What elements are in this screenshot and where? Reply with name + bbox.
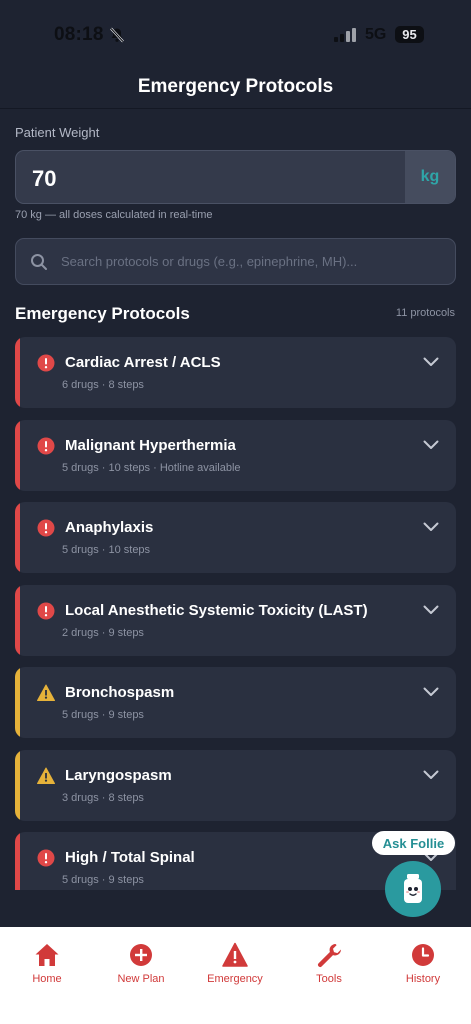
chevron-down-icon[interactable] — [423, 687, 439, 697]
protocol-title: Cardiac Arrest / ACLS — [65, 354, 221, 371]
severity-bar — [15, 337, 20, 408]
tab-new-plan[interactable]: New Plan — [94, 927, 188, 997]
protocol-list: Cardiac Arrest / ACLS 6 drugs · 8 steps Ma… — [0, 337, 471, 890]
protocol-title: Local Anesthetic Systemic Toxicity (LAST… — [65, 601, 368, 619]
chevron-down-icon[interactable] — [423, 770, 439, 780]
weight-label: Patient Weight — [15, 125, 100, 140]
protocol-subtitle: 5 drugs · 9 steps — [62, 874, 144, 886]
search-icon — [31, 254, 47, 270]
tab-tools[interactable]: Tools — [282, 927, 376, 997]
network-type: 5G — [365, 26, 387, 43]
header-divider — [0, 108, 471, 109]
tab-label: Tools — [316, 973, 342, 985]
protocol-title: Malignant Hyperthermia — [65, 436, 236, 454]
alert-circle-icon — [37, 354, 55, 372]
search-bar[interactable] — [15, 238, 456, 285]
wrench-icon — [317, 944, 341, 968]
chevron-down-icon[interactable] — [423, 440, 439, 450]
protocol-title: Laryngospasm — [65, 766, 172, 784]
protocol-card[interactable]: Local Anesthetic Systemic Toxicity (LAST… — [15, 584, 456, 656]
protocol-subtitle: 5 drugs · 10 steps — [62, 544, 151, 556]
ask-follie-button[interactable] — [385, 861, 441, 917]
chevron-down-icon[interactable] — [423, 522, 439, 532]
chevron-down-icon[interactable] — [423, 357, 439, 367]
alert-circle-icon — [37, 849, 55, 867]
section-title: Emergency Protocols — [15, 304, 190, 323]
tab-label: Home — [32, 973, 62, 985]
tab-home[interactable]: Home — [0, 927, 94, 997]
follie-mascot-icon — [404, 874, 422, 903]
severity-bar — [15, 667, 20, 738]
protocol-title: Anaphylaxis — [65, 519, 154, 536]
protocol-card[interactable]: Malignant Hyperthermia 5 drugs · 10 steps… — [15, 419, 456, 491]
weight-field[interactable]: 70 kg — [15, 150, 456, 204]
ask-follie-bubble[interactable]: Ask Follie — [372, 831, 455, 855]
status-bar: 08:18 5G 95 — [0, 0, 471, 70]
status-time: 08:18 — [54, 24, 104, 45]
tab-label: New Plan — [117, 973, 165, 985]
protocol-card[interactable]: Anaphylaxis 5 drugs · 10 steps — [15, 502, 456, 573]
alert-circle-icon — [37, 602, 55, 619]
bell-muted-icon — [110, 27, 124, 43]
clock-icon — [412, 944, 434, 966]
severity-bar — [15, 584, 20, 656]
weight-input[interactable]: 70 — [32, 166, 56, 192]
alert-circle-icon — [37, 437, 55, 454]
protocol-subtitle: 5 drugs · 10 steps · Hotline available — [62, 461, 241, 474]
protocol-subtitle: 6 drugs · 8 steps — [62, 379, 144, 391]
tab-label: History — [405, 973, 441, 985]
protocol-title: Bronchospasm — [65, 684, 175, 701]
protocol-subtitle: 5 drugs · 9 steps — [62, 709, 144, 721]
weight-hint: 70 kg — all doses calculated in real-tim… — [15, 209, 213, 221]
warning-triangle-icon — [37, 684, 55, 701]
signal-icon — [334, 28, 356, 42]
protocol-card[interactable]: Bronchospasm 5 drugs · 9 steps — [15, 667, 456, 738]
chevron-down-icon[interactable] — [423, 605, 439, 615]
protocol-subtitle: 3 drugs · 8 steps — [62, 791, 144, 804]
tab-label: Emergency — [207, 973, 263, 985]
protocol-card[interactable]: Laryngospasm 3 drugs · 8 steps — [15, 749, 456, 821]
severity-bar — [15, 419, 20, 491]
home-icon — [35, 944, 59, 966]
battery-level: 95 — [395, 26, 424, 43]
warning-triangle-icon — [37, 767, 55, 784]
plus-circle-icon — [130, 944, 152, 966]
protocol-count: 11 protocols — [395, 307, 455, 319]
alert-circle-icon — [37, 519, 55, 537]
severity-bar — [15, 502, 20, 573]
protocol-subtitle: 2 drugs · 9 steps — [62, 626, 144, 639]
search-input[interactable] — [61, 239, 446, 284]
tab-bar: Home New Plan Emergency Tools History — [0, 927, 471, 1024]
tab-history[interactable]: History — [376, 927, 470, 997]
page-title: Emergency Protocols — [137, 76, 334, 97]
weight-unit-toggle[interactable]: kg — [405, 151, 455, 203]
protocol-title: High / Total Spinal — [65, 849, 195, 866]
alert-triangle-icon — [222, 942, 248, 967]
severity-bar — [15, 832, 20, 890]
tab-emergency[interactable]: Emergency — [188, 927, 282, 997]
severity-bar — [15, 749, 20, 821]
protocol-card[interactable]: Cardiac Arrest / ACLS 6 drugs · 8 steps — [15, 337, 456, 408]
